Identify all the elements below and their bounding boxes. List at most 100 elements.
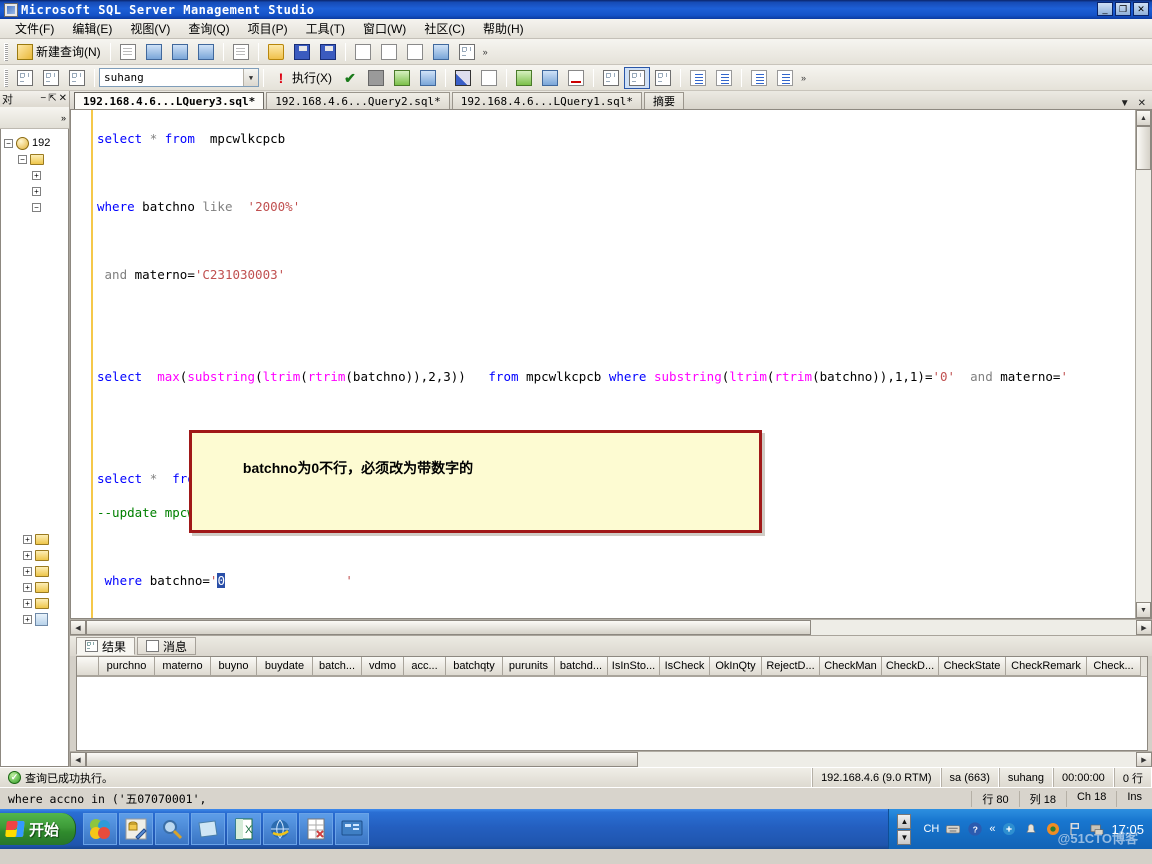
results-grid[interactable]: purchno materno buyno buydate batch... v…: [76, 656, 1148, 751]
menu-window[interactable]: 窗口(W): [354, 18, 415, 39]
taskbar-scroll-up-button[interactable]: ▲: [897, 813, 912, 829]
quicklaunch-notes[interactable]: [191, 813, 226, 845]
scroll-left-button[interactable]: ◀: [70, 620, 86, 635]
object-explorer-toolbar-overflow[interactable]: »: [61, 113, 66, 123]
menu-community[interactable]: 社区(C): [415, 18, 474, 39]
comment-button[interactable]: [598, 67, 624, 89]
tree-node-bottom-1[interactable]: +: [1, 531, 68, 547]
parse-button[interactable]: ✔: [337, 67, 363, 89]
menu-view[interactable]: 视图(V): [121, 18, 179, 39]
undo-button[interactable]: [428, 41, 454, 63]
grid-column-header[interactable]: batchqty: [446, 657, 503, 676]
editor-horizontal-scrollbar[interactable]: ◀ ▶: [70, 619, 1152, 635]
expander-icon[interactable]: +: [23, 566, 32, 576]
include-client-statistics-button[interactable]: [476, 67, 502, 89]
flag-icon[interactable]: [1067, 821, 1083, 837]
scroll-up-button[interactable]: ▲: [1136, 110, 1151, 126]
include-actual-plan-button[interactable]: [450, 67, 476, 89]
results-horizontal-scrollbar[interactable]: ◀ ▶: [70, 751, 1152, 767]
registered-servers-button[interactable]: [454, 41, 480, 63]
minimize-button[interactable]: _: [1097, 2, 1113, 16]
object-explorer-tree[interactable]: − 192 − + + − + + + + + +: [0, 129, 69, 767]
new-xmla-query-button[interactable]: [193, 41, 219, 63]
close-button[interactable]: ✕: [1133, 2, 1149, 16]
quicklaunch-remote-desktop[interactable]: [335, 813, 370, 845]
toolbar-grip[interactable]: [4, 68, 8, 87]
expander-icon[interactable]: −: [4, 138, 13, 148]
change-connection-button[interactable]: [64, 67, 90, 89]
cut-button[interactable]: [350, 41, 376, 63]
tab-lquery3[interactable]: 192.168.4.6...LQuery3.sql*: [74, 92, 265, 109]
tree-node-child-3[interactable]: −: [1, 199, 68, 215]
expander-icon[interactable]: +: [23, 598, 32, 608]
editor-vertical-scrollbar[interactable]: ▲ ▼: [1135, 110, 1151, 618]
grid-column-header[interactable]: IsInSto...: [608, 657, 660, 676]
pin-icon[interactable]: ⇱: [48, 94, 56, 104]
grid-column-header[interactable]: acc...: [404, 657, 446, 676]
taskbar-scroll-buttons[interactable]: ▲ ▼: [897, 813, 912, 845]
scroll-right-button[interactable]: ▶: [1136, 620, 1152, 635]
taskbar-clock[interactable]: 17:05: [1111, 822, 1144, 837]
tab-close-icon[interactable]: ✕: [1138, 98, 1146, 109]
grid-column-header[interactable]: OkInQty: [710, 657, 762, 676]
tree-node-bottom-4[interactable]: +: [1, 579, 68, 595]
expander-icon[interactable]: −: [32, 202, 41, 212]
quicklaunch-internet-explorer[interactable]: [263, 813, 298, 845]
quicklaunch-sql-tools[interactable]: [119, 813, 154, 845]
tree-node-child-1[interactable]: +: [1, 167, 68, 183]
grid-column-header[interactable]: materno: [155, 657, 211, 676]
grid-column-header[interactable]: CheckRemark: [1006, 657, 1087, 676]
menu-project[interactable]: 项目(P): [239, 18, 297, 39]
notification-bell-icon[interactable]: [1023, 821, 1039, 837]
tree-node-bottom-6[interactable]: +: [1, 611, 68, 627]
new-file-button[interactable]: [115, 41, 141, 63]
expander-icon[interactable]: +: [23, 614, 32, 624]
quicklaunch-search[interactable]: [155, 813, 190, 845]
results-to-file-button[interactable]: [563, 67, 589, 89]
comment-lines-button[interactable]: [685, 67, 711, 89]
grid-column-header[interactable]: buydate: [257, 657, 313, 676]
execute-button[interactable]: ! 执行(X): [268, 67, 337, 89]
tab-results[interactable]: 结果: [76, 637, 136, 655]
new-mdx-query-button[interactable]: [141, 41, 167, 63]
grid-results-toggle[interactable]: [624, 66, 650, 89]
tree-node-bottom-2[interactable]: +: [1, 547, 68, 563]
language-indicator[interactable]: CH: [923, 823, 939, 835]
menu-tools[interactable]: 工具(T): [297, 18, 354, 39]
grid-scroll-right-button[interactable]: ▶: [1136, 752, 1152, 767]
scroll-track[interactable]: [1136, 126, 1151, 602]
scroll-thumb[interactable]: [1136, 126, 1151, 170]
paste-button[interactable]: [402, 41, 428, 63]
grid-scroll-left-button[interactable]: ◀: [70, 752, 86, 767]
expander-icon[interactable]: −: [18, 154, 27, 164]
expander-icon[interactable]: +: [32, 186, 41, 196]
menu-edit[interactable]: 编辑(E): [63, 18, 121, 39]
scroll-thumb-horizontal[interactable]: [86, 620, 811, 635]
antivirus-icon[interactable]: [1045, 821, 1061, 837]
grid-column-header[interactable]: RejectD...: [762, 657, 820, 676]
tab-summary[interactable]: 摘要: [643, 92, 684, 109]
new-dmx-query-button[interactable]: [167, 41, 193, 63]
tab-list-dropdown-icon[interactable]: ▼: [1120, 98, 1130, 109]
grid-column-header[interactable]: Check...: [1087, 657, 1141, 676]
new-query-button[interactable]: 新建查询(N): [12, 41, 106, 63]
grid-column-header[interactable]: vdmo: [362, 657, 404, 676]
sync-icon[interactable]: [1001, 821, 1017, 837]
uncomment-lines-button[interactable]: [711, 67, 737, 89]
standard-toolbar-overflow[interactable]: »: [483, 47, 488, 57]
tree-node-server[interactable]: − 192: [1, 135, 68, 151]
grid-column-header[interactable]: CheckD...: [882, 657, 939, 676]
scroll-down-button[interactable]: ▼: [1136, 602, 1151, 618]
open-file-button[interactable]: [263, 41, 289, 63]
expander-icon[interactable]: +: [23, 534, 32, 544]
grid-column-header[interactable]: batch...: [313, 657, 362, 676]
display-estimated-plan-button[interactable]: [389, 67, 415, 89]
start-button[interactable]: 开始: [0, 813, 77, 845]
expander-icon[interactable]: +: [32, 170, 41, 180]
chevron-down-icon[interactable]: ▼: [243, 69, 258, 86]
grid-column-header[interactable]: purchno: [99, 657, 155, 676]
save-all-button[interactable]: [315, 41, 341, 63]
tree-node-databases[interactable]: −: [1, 151, 68, 167]
grid-column-header[interactable]: CheckState: [939, 657, 1006, 676]
grid-column-header[interactable]: CheckMan: [820, 657, 882, 676]
